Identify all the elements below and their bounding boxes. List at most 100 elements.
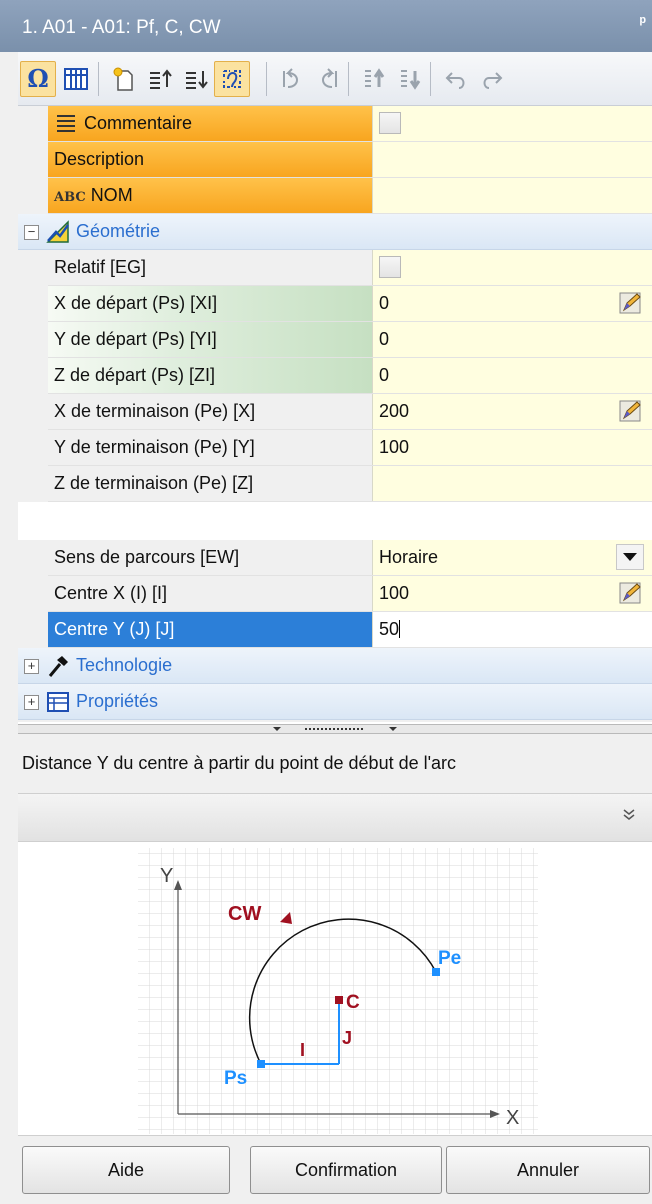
centre-y-input[interactable]: 50 bbox=[372, 612, 652, 647]
centre-y-label: Centre Y (J) [J] bbox=[48, 612, 372, 647]
edit-pencil-icon[interactable] bbox=[618, 580, 644, 606]
comment-list-icon bbox=[57, 115, 75, 132]
cancel-button[interactable]: Annuler bbox=[446, 1146, 650, 1194]
double-chevron-down-icon[interactable] bbox=[622, 808, 636, 827]
nom-field[interactable] bbox=[372, 178, 652, 213]
chevron-down-icon bbox=[623, 553, 637, 561]
z-depart-label: Z de départ (Ps) [ZI] bbox=[48, 358, 372, 393]
diagram-collapse-bar[interactable] bbox=[18, 794, 652, 842]
row-nom[interactable]: ABC NOM bbox=[18, 178, 652, 214]
description-field[interactable] bbox=[372, 142, 652, 177]
row-centre-y[interactable]: Centre Y (J) [J] 50 bbox=[18, 612, 652, 648]
x-depart-field[interactable]: 0 bbox=[372, 286, 652, 321]
row-relatif[interactable]: Relatif [EG] bbox=[18, 250, 652, 286]
move-up-icon[interactable] bbox=[142, 61, 178, 97]
panel-title: 1. A01 - A01: Pf, C, CW bbox=[22, 17, 221, 38]
sens-select[interactable]: Horaire bbox=[372, 540, 652, 575]
toolbar: Ω bbox=[18, 52, 652, 106]
relatif-value[interactable] bbox=[372, 250, 652, 285]
edit-pencil-icon[interactable] bbox=[618, 290, 644, 316]
sens-label: Sens de parcours [EW] bbox=[54, 547, 240, 567]
row-x-depart[interactable]: X de départ (Ps) [XI] 0 bbox=[18, 286, 652, 322]
y-term-label: Y de terminaison (Pe) [Y] bbox=[54, 437, 255, 457]
row-sens-parcours[interactable]: Sens de parcours [EW] Horaire bbox=[18, 540, 652, 576]
confirm-button[interactable]: Confirmation bbox=[250, 1146, 442, 1194]
x-term-value: 200 bbox=[379, 401, 410, 421]
pin-icon[interactable]: ᵖ bbox=[640, 14, 646, 32]
i-label: I bbox=[300, 1040, 305, 1060]
x-depart-value: 0 bbox=[379, 293, 390, 313]
group-geometrie[interactable]: − Géométrie bbox=[18, 214, 652, 250]
nom-text: NOM bbox=[90, 185, 133, 205]
dropdown-button[interactable] bbox=[616, 544, 644, 570]
row-x-terminaison[interactable]: X de terminaison (Pe) [X] 200 bbox=[18, 394, 652, 430]
y-term-field[interactable]: 100 bbox=[372, 430, 652, 465]
svg-text:Ω: Ω bbox=[27, 65, 48, 93]
row-z-depart[interactable]: Z de départ (Ps) [ZI] 0 bbox=[18, 358, 652, 394]
new-item-icon[interactable] bbox=[106, 61, 142, 97]
rotate-left-icon[interactable] bbox=[274, 61, 310, 97]
dialog-button-bar: Aide Confirmation Annuler bbox=[18, 1136, 652, 1204]
group-proprietes[interactable]: + Propriétés bbox=[18, 684, 652, 720]
omega-icon[interactable]: Ω bbox=[20, 61, 56, 97]
expand-toggle-icon[interactable]: + bbox=[24, 695, 39, 710]
y-depart-field[interactable]: 0 bbox=[372, 322, 652, 357]
proprietes-label: Propriétés bbox=[76, 691, 159, 711]
technologie-label: Technologie bbox=[76, 655, 173, 675]
centre-x-field[interactable]: 100 bbox=[372, 576, 652, 611]
relatif-checkbox[interactable] bbox=[379, 256, 401, 278]
z-term-field[interactable] bbox=[372, 466, 652, 501]
arc-diagram-panel: Y X CW I J Ps Pe C bbox=[18, 842, 652, 1136]
select-path-icon[interactable] bbox=[214, 61, 250, 97]
collapse-toggle-icon[interactable]: − bbox=[24, 225, 39, 240]
ps-label: Ps bbox=[224, 1068, 247, 1089]
arc-diagram: Y X CW I J Ps Pe C bbox=[138, 848, 538, 1134]
row-z-terminaison[interactable]: Z de terminaison (Pe) [Z] bbox=[18, 466, 652, 502]
geometry-ruler-icon bbox=[46, 220, 70, 243]
edit-pencil-icon[interactable] bbox=[618, 398, 644, 424]
centre-x-value: 100 bbox=[379, 583, 410, 603]
rotate-right-icon[interactable] bbox=[310, 61, 346, 97]
commentaire-value[interactable] bbox=[372, 106, 652, 141]
centre-y-value: 50 bbox=[379, 619, 400, 639]
sort-up-icon[interactable] bbox=[356, 61, 392, 97]
z-term-label: Z de terminaison (Pe) [Z] bbox=[54, 473, 254, 493]
c-label: C bbox=[346, 992, 360, 1013]
description-label: Description bbox=[48, 142, 372, 177]
y-depart-label: Y de départ (Ps) [YI] bbox=[48, 322, 372, 357]
redo-icon[interactable] bbox=[474, 61, 510, 97]
end-point bbox=[432, 968, 440, 976]
sens-value: Horaire bbox=[379, 547, 439, 567]
panel-titlebar: 1. A01 - A01: Pf, C, CW ᵖ bbox=[0, 0, 652, 52]
blank-row bbox=[18, 502, 652, 540]
y-axis-label: Y bbox=[160, 865, 173, 887]
text-caret bbox=[399, 620, 401, 638]
left-frame-strip bbox=[0, 0, 18, 1204]
toolbar-separator bbox=[98, 62, 99, 96]
z-depart-field[interactable]: 0 bbox=[372, 358, 652, 393]
nom-label: ABC NOM bbox=[48, 178, 372, 213]
commentaire-checkbox[interactable] bbox=[379, 112, 401, 134]
help-button[interactable]: Aide bbox=[22, 1146, 230, 1194]
row-y-depart[interactable]: Y de départ (Ps) [YI] 0 bbox=[18, 322, 652, 358]
sort-down-icon[interactable] bbox=[392, 61, 428, 97]
expand-toggle-icon[interactable]: + bbox=[24, 659, 39, 674]
grid-icon[interactable] bbox=[58, 61, 94, 97]
row-commentaire[interactable]: Commentaire bbox=[18, 106, 652, 142]
splitter-handle[interactable] bbox=[18, 724, 652, 734]
row-description[interactable]: Description bbox=[18, 142, 652, 178]
pe-label: Pe bbox=[438, 948, 461, 969]
commentaire-label: Commentaire bbox=[48, 106, 372, 141]
undo-icon[interactable] bbox=[438, 61, 474, 97]
x-term-label: X de terminaison (Pe) [X] bbox=[54, 401, 256, 421]
abc-icon: ABC bbox=[54, 190, 86, 205]
group-technologie[interactable]: + Technologie bbox=[18, 648, 652, 684]
center-point bbox=[335, 996, 343, 1004]
x-term-field[interactable]: 200 bbox=[372, 394, 652, 429]
commentaire-text: Commentaire bbox=[84, 113, 193, 133]
row-centre-x[interactable]: Centre X (I) [I] 100 bbox=[18, 576, 652, 612]
help-description: Distance Y du centre à partir du point d… bbox=[18, 734, 652, 794]
move-down-icon[interactable] bbox=[178, 61, 214, 97]
row-y-terminaison[interactable]: Y de terminaison (Pe) [Y] 100 bbox=[18, 430, 652, 466]
x-axis-label: X bbox=[506, 1107, 519, 1129]
